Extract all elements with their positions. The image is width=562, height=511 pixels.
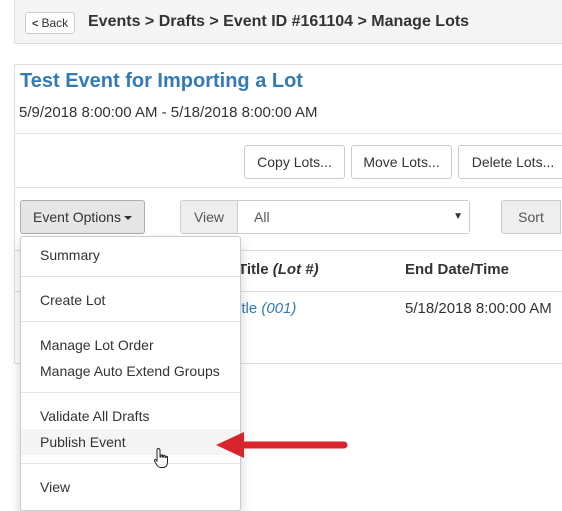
- lot-title-link[interactable]: itle (001): [238, 300, 296, 317]
- triangle-down-icon: ▼: [453, 211, 463, 222]
- view-filter: View All ▼: [180, 200, 470, 234]
- event-options-menu: Summary Create Lot Manage Lot Order Mana…: [20, 236, 241, 511]
- menu-item-manage-auto-extend-groups[interactable]: Manage Auto Extend Groups: [21, 358, 240, 384]
- event-title: Test Event for Importing a Lot: [20, 70, 303, 92]
- menu-divider: [21, 276, 240, 277]
- highlight-arrow-icon: [216, 432, 348, 458]
- divider: [14, 133, 562, 134]
- caret-down-icon: [123, 216, 132, 221]
- delete-lots-button[interactable]: Delete Lots...: [458, 145, 562, 179]
- lot-number-text: (001): [261, 300, 297, 317]
- sort-label: Sort: [501, 200, 561, 234]
- event-options-button[interactable]: Event Options: [20, 200, 145, 234]
- back-button[interactable]: < Back: [25, 12, 76, 34]
- event-dates: 5/9/2018 8:00:00 AM - 5/18/2018 8:00:00 …: [19, 104, 318, 121]
- view-label: View: [181, 201, 238, 233]
- column-header-title[interactable]: Title (Lot #): [238, 261, 319, 278]
- menu-divider: [21, 392, 240, 393]
- menu-item-publish-event[interactable]: Publish Event: [21, 429, 240, 455]
- menu-divider: [21, 463, 240, 464]
- breadcrumb: Events > Drafts > Event ID #161104 > Man…: [88, 13, 470, 30]
- arrow-head: [216, 432, 244, 458]
- menu-item-summary[interactable]: Summary: [21, 242, 240, 268]
- hand-pointer-shape: [153, 447, 168, 468]
- menu-item-validate-all-drafts[interactable]: Validate All Drafts: [21, 403, 240, 429]
- lot-end-date: 5/18/2018 8:00:00 AM: [405, 300, 552, 317]
- column-header-end-date[interactable]: End Date/Time: [405, 261, 509, 278]
- move-lots-button[interactable]: Move Lots...: [351, 145, 452, 179]
- lot-number-header-text: (Lot #): [272, 261, 319, 278]
- back-label: Back: [41, 16, 69, 30]
- menu-item-view[interactable]: View: [21, 474, 240, 500]
- view-select-value: All: [254, 209, 270, 225]
- title-header-text: Title: [238, 261, 269, 278]
- view-select[interactable]: All ▼: [238, 201, 469, 233]
- event-options-label: Event Options: [33, 209, 121, 225]
- menu-item-create-lot[interactable]: Create Lot: [21, 287, 240, 313]
- hand-pointer-icon: [153, 447, 168, 468]
- divider: [14, 187, 562, 188]
- chevron-left-icon: <: [32, 18, 39, 30]
- breadcrumb-bar: < Back Events > Drafts > Event ID #161104…: [14, 0, 562, 44]
- menu-divider: [21, 321, 240, 322]
- copy-lots-button[interactable]: Copy Lots...: [244, 145, 345, 179]
- menu-item-manage-lot-order[interactable]: Manage Lot Order: [21, 332, 240, 358]
